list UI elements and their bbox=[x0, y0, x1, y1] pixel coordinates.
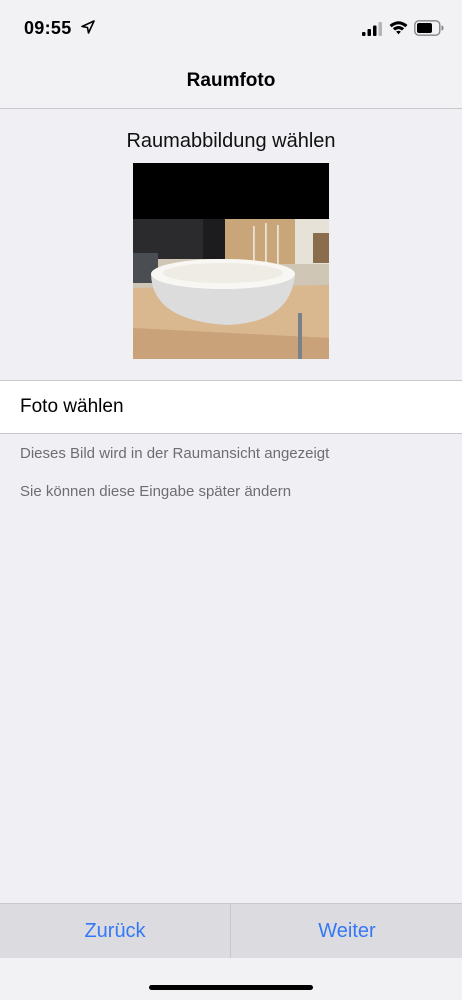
back-button[interactable]: Zurück bbox=[0, 904, 230, 959]
bottom-toolbar: Zurück Weiter bbox=[0, 903, 462, 959]
section-title: Raumabbildung wählen bbox=[126, 130, 336, 152]
info-text-display: Dieses Bild wird in der Raumansicht ange… bbox=[20, 445, 330, 462]
location-arrow-icon bbox=[81, 20, 95, 34]
toolbar-divider bbox=[230, 904, 231, 959]
choose-photo-label: Foto wählen bbox=[20, 396, 124, 417]
home-indicator-area bbox=[0, 958, 462, 1000]
status-time: 09:55 bbox=[24, 18, 72, 38]
navigation-bar: Raumfoto bbox=[0, 58, 462, 109]
wifi-icon bbox=[389, 21, 408, 35]
info-text-change-later: Sie können diese Eingabe später ändern bbox=[20, 483, 292, 500]
page-title: Raumfoto bbox=[186, 70, 276, 91]
status-bar: 09:55 bbox=[0, 0, 462, 58]
battery-icon bbox=[414, 20, 444, 36]
home-indicator[interactable] bbox=[149, 985, 313, 990]
cellular-signal-icon bbox=[362, 22, 382, 36]
next-button[interactable]: Weiter bbox=[232, 904, 462, 959]
room-photo bbox=[133, 163, 329, 359]
choose-photo-row[interactable]: Foto wählen bbox=[0, 380, 462, 434]
